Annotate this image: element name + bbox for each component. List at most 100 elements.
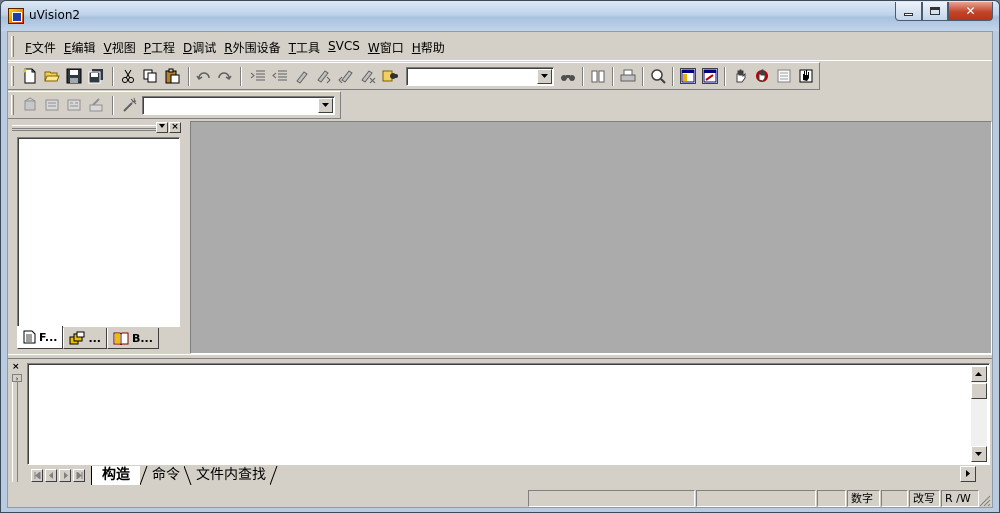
minimize-icon: [904, 12, 913, 16]
minimize-button[interactable]: [895, 2, 922, 21]
files-tab-icon: [23, 330, 36, 344]
bookmark-prev-icon[interactable]: [338, 68, 354, 84]
indent-icon[interactable]: [250, 68, 266, 84]
tab-books[interactable]: B...: [106, 328, 159, 349]
bookmark-toggle-icon[interactable]: [294, 68, 310, 84]
scroll-thumb[interactable]: [971, 383, 987, 399]
tab-last-button[interactable]: [73, 469, 85, 482]
toolbar-separator: [188, 67, 190, 86]
find-combo[interactable]: [406, 67, 554, 86]
stop-build-icon[interactable]: [88, 97, 104, 113]
bookmark-book-icon[interactable]: [590, 68, 606, 84]
target-combo-dropdown-button[interactable]: [318, 98, 333, 113]
menu-file[interactable]: F文件: [22, 39, 61, 56]
output-drag-handle[interactable]: [12, 382, 18, 482]
menu-peripherals[interactable]: R外围设备: [221, 39, 285, 56]
find-icon[interactable]: [560, 68, 576, 84]
print-icon[interactable]: [620, 68, 636, 84]
output-text-area[interactable]: [27, 363, 990, 465]
menu-view[interactable]: V视图: [101, 39, 141, 56]
menu-file-label: 文件: [31, 41, 56, 55]
output-close-button[interactable]: ×: [12, 363, 22, 372]
tab-find-in-files[interactable]: 文件内查找: [192, 466, 270, 485]
breakpoint-icon[interactable]: [754, 68, 770, 84]
paste-icon[interactable]: [164, 68, 180, 84]
maximize-button[interactable]: [922, 2, 948, 21]
workspace-dropdown-button[interactable]: [156, 122, 168, 133]
translate-icon[interactable]: [22, 97, 38, 113]
scroll-down-button[interactable]: [971, 446, 987, 462]
tab-prev-button[interactable]: [45, 469, 57, 482]
chevron-down-icon: [540, 74, 548, 78]
bookmark-clear-icon[interactable]: [360, 68, 376, 84]
workspace-tree[interactable]: [17, 137, 180, 327]
output-vertical-scrollbar[interactable]: [971, 366, 987, 462]
output-tabs: 构造 命令 文件内查找: [91, 466, 278, 485]
zoom-icon[interactable]: [650, 68, 666, 84]
find-in-files-icon[interactable]: [382, 68, 398, 84]
toolbar-separator: [240, 67, 242, 86]
scroll-up-button[interactable]: [971, 366, 987, 382]
target-combo[interactable]: [142, 96, 335, 115]
bookmark-next-icon[interactable]: [316, 68, 332, 84]
save-icon[interactable]: [66, 68, 82, 84]
cut-icon[interactable]: [120, 68, 136, 84]
title-bar[interactable]: uVision2 ✕: [1, 1, 999, 31]
menu-bar: F文件 E编辑 V视图 P工程 D调试 R外围设备 T工具 SVCS W窗口 H…: [8, 32, 992, 61]
redo-icon[interactable]: [216, 68, 232, 84]
close-button[interactable]: ✕: [948, 2, 993, 21]
editor-mdi-area[interactable]: [190, 121, 992, 354]
menu-help[interactable]: H帮助: [409, 39, 450, 56]
size-grip-icon[interactable]: [979, 495, 991, 507]
workspace-close-button[interactable]: ×: [169, 122, 181, 133]
menu-tools-label: 工具: [296, 41, 321, 55]
horizontal-splitter[interactable]: [8, 354, 992, 359]
tab-next-button[interactable]: [59, 469, 71, 482]
build-icon[interactable]: [44, 97, 60, 113]
registers-tab-icon: [69, 331, 85, 345]
toolbar-separator: [672, 67, 674, 86]
tab-build[interactable]: 构造: [91, 466, 140, 485]
file-toolbar: [8, 62, 820, 90]
menu-tools[interactable]: T工具: [286, 39, 325, 56]
options-icon[interactable]: [122, 97, 138, 113]
clear-breakpoints-icon[interactable]: [776, 68, 792, 84]
menu-window[interactable]: W窗口: [365, 39, 409, 56]
undo-icon[interactable]: [196, 68, 212, 84]
output-tabs-row: 构造 命令 文件内查找: [27, 466, 972, 486]
copy-icon[interactable]: [142, 68, 158, 84]
menu-vcs[interactable]: SVCS: [325, 39, 365, 56]
next-icon: [63, 472, 68, 479]
output-window-pane: × › 构造 命令 文件内查找: [8, 360, 992, 488]
prev-icon: [48, 472, 53, 479]
toolbar-grip[interactable]: [11, 95, 14, 115]
workspace-drag-handle[interactable]: [12, 125, 156, 131]
menu-window-label: 窗口: [379, 41, 404, 55]
save-all-icon[interactable]: [88, 68, 104, 84]
menu-project[interactable]: P工程: [141, 39, 180, 56]
toolbar-grip[interactable]: [11, 66, 14, 86]
scroll-right-button[interactable]: [960, 466, 976, 482]
menu-edit-label: 编辑: [71, 41, 96, 55]
status-cell-empty: [696, 490, 816, 507]
tab-command-label: 命令: [152, 467, 180, 483]
new-file-icon[interactable]: [22, 68, 38, 84]
tab-command[interactable]: 命令: [148, 466, 184, 485]
menu-debug[interactable]: D调试: [180, 39, 221, 56]
tab-first-button[interactable]: [31, 469, 43, 482]
stop-icon[interactable]: [798, 68, 814, 84]
find-combo-dropdown-button[interactable]: [537, 69, 552, 84]
toolbar-separator: [724, 67, 726, 86]
unindent-icon[interactable]: [272, 68, 288, 84]
rebuild-icon[interactable]: [66, 97, 82, 113]
debug-hand-icon[interactable]: [732, 68, 748, 84]
menubar-grip[interactable]: [11, 36, 14, 57]
output-dock-button[interactable]: ›: [12, 374, 22, 383]
output-window-icon[interactable]: [702, 68, 718, 84]
menu-edit[interactable]: E编辑: [61, 39, 101, 56]
workspace-window-icon[interactable]: [680, 68, 696, 84]
app-icon[interactable]: [8, 8, 24, 24]
tab-files[interactable]: F...: [17, 326, 64, 349]
tab-registers[interactable]: ...: [63, 328, 107, 349]
open-folder-icon[interactable]: [44, 68, 60, 84]
